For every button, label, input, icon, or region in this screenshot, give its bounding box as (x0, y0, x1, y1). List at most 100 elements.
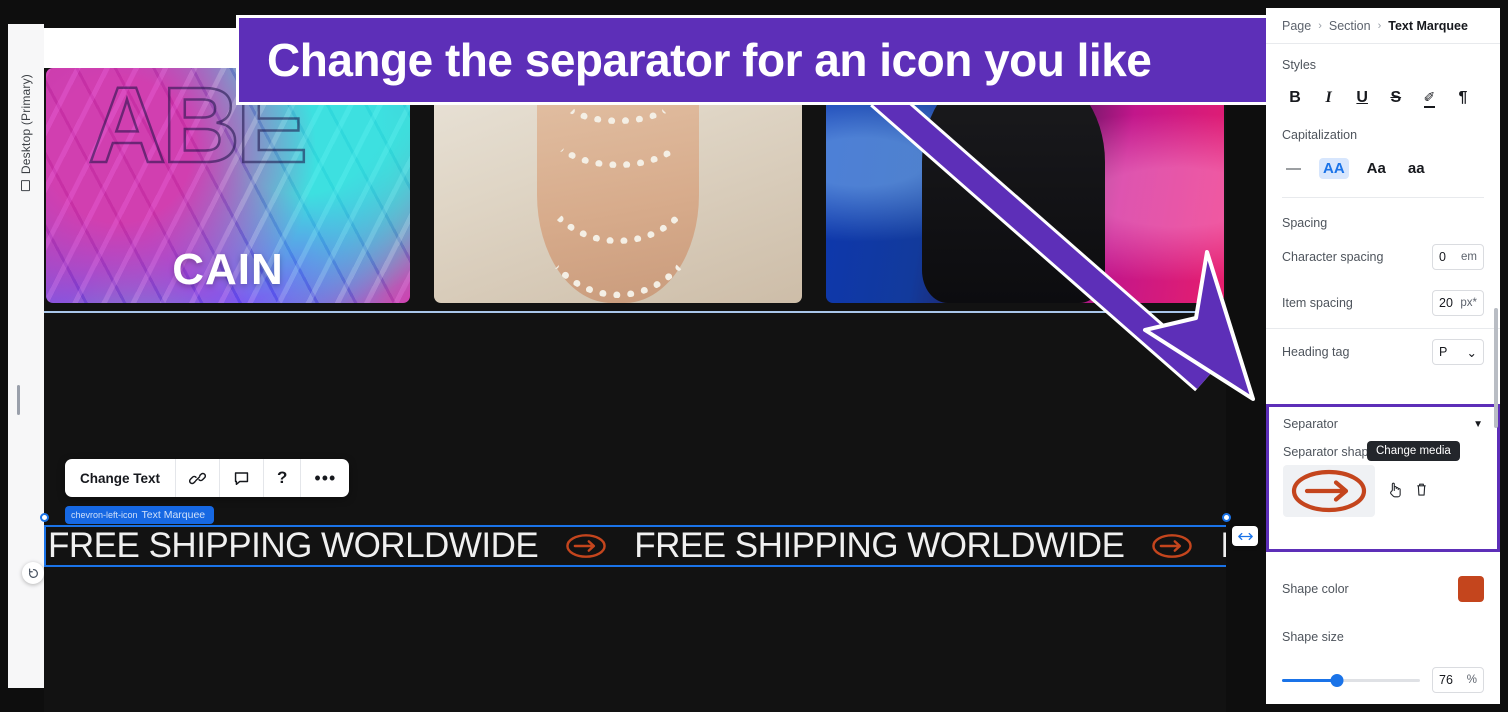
paragraph-button[interactable]: ¶ (1450, 86, 1476, 110)
more-options-button[interactable]: ••• (301, 459, 349, 497)
italic-button[interactable]: I (1316, 86, 1342, 110)
breadcrumb-current: Text Marquee (1388, 18, 1468, 33)
separator-header[interactable]: Separator ▼ (1269, 407, 1497, 435)
shape-size-slider-knob[interactable] (1330, 673, 1344, 687)
heading-tag-value: P (1439, 345, 1448, 359)
separator-shape-row: Change media (1269, 441, 1497, 517)
pearl-strand (526, 88, 710, 298)
breadcrumb: Page › Section › Text Marquee (1266, 8, 1500, 44)
heading-tag-select[interactable]: P ⌄ (1432, 339, 1484, 365)
panel-scrollbar[interactable] (1494, 308, 1498, 428)
heading-tag-label: Heading tag (1282, 345, 1350, 359)
character-spacing-unit: em (1461, 251, 1477, 263)
capitalization-group: Capitalization — AA Aa aa (1266, 114, 1500, 202)
undo-button[interactable] (22, 562, 44, 584)
heading-tag-row: Heading tag P ⌄ (1266, 329, 1500, 375)
character-spacing-row: Character spacing 0 em (1266, 234, 1500, 280)
breadcrumb-separator: › (1318, 19, 1322, 32)
capitalization-none[interactable]: — (1282, 158, 1305, 179)
marquee-selection[interactable]: FREE SHIPPING WORLDWIDE FREE SHIPPING WO… (44, 525, 1226, 567)
bold-button[interactable]: B (1282, 86, 1308, 110)
item-spacing-input[interactable]: 20 px* (1432, 290, 1484, 316)
element-tag-badge[interactable]: chevron-left-icon Text Marquee (65, 506, 215, 524)
callout-text: Change the separator for an icon you lik… (267, 34, 1152, 86)
circled-arrow-right-icon (1291, 469, 1367, 513)
canvas[interactable]: ABE CAIN Change Text ? ••• chevron-left-… (44, 28, 1226, 712)
separator-shape-thumbnail[interactable] (1283, 465, 1375, 517)
spacing-group: Spacing (1266, 202, 1500, 230)
capitalization-options: — AA Aa aa (1282, 156, 1484, 185)
shape-size-label: Shape size (1282, 630, 1344, 644)
chevron-down-icon[interactable]: ▼ (1473, 419, 1483, 430)
character-spacing-input[interactable]: 0 em (1432, 244, 1484, 270)
monitor-icon (21, 180, 31, 192)
shape-color-label: Shape color (1282, 582, 1349, 596)
capitalization-lowercase[interactable]: aa (1404, 158, 1429, 179)
element-tag-label: Text Marquee (141, 509, 206, 521)
item-spacing-unit: px* (1460, 297, 1477, 309)
separator-title: Separator (1283, 417, 1338, 431)
marquee-section[interactable] (44, 315, 1226, 712)
capitalization-uppercase[interactable]: AA (1319, 158, 1349, 179)
trash-icon (1417, 483, 1426, 496)
link-button[interactable] (176, 459, 221, 497)
spacing-title: Spacing (1282, 216, 1328, 230)
styles-title: Styles (1282, 58, 1317, 72)
callout-banner: Change the separator for an icon you lik… (236, 15, 1276, 105)
styles-group: Styles B I U S ✐ ¶ (1266, 44, 1500, 114)
circled-arrow-right-icon (566, 534, 606, 558)
shape-size-row: 76 % (1266, 663, 1500, 693)
device-label[interactable]: Desktop (Primary) (19, 74, 33, 192)
app-root: Desktop (Primary) ABE CAIN Change Text ?… (0, 0, 1508, 712)
left-rail: Desktop (Primary) (8, 24, 44, 688)
shape-size-group: Shape size (1266, 616, 1500, 660)
highlight-button[interactable]: ✐ (1416, 86, 1442, 110)
help-question-icon: ? (277, 468, 288, 487)
inspector-panel: Page › Section › Text Marquee Styles B I… (1266, 8, 1500, 704)
comment-icon (234, 471, 249, 485)
strikethrough-button[interactable]: S (1383, 86, 1409, 110)
selection-handle-right[interactable] (1222, 513, 1231, 522)
circled-arrow-right-icon (1152, 534, 1193, 558)
link-icon (189, 472, 207, 484)
breadcrumb-separator: › (1377, 19, 1382, 32)
shape-size-value: 76 (1439, 673, 1453, 687)
change-text-button[interactable]: Change Text (65, 459, 177, 497)
element-toolbar[interactable]: Change Text ? ••• (65, 459, 350, 497)
chevron-left-icon: chevron-left-icon (71, 510, 138, 520)
marquee-text: FREE SHIPPING WORLDWIDE (1220, 527, 1226, 565)
section-divider (44, 311, 1226, 313)
character-spacing-value: 0 (1439, 250, 1446, 264)
chevron-down-icon: ⌄ (1466, 345, 1477, 360)
breadcrumb-page[interactable]: Page (1282, 19, 1311, 33)
shape-color-row: Shape color (1266, 566, 1500, 612)
delete-media-button[interactable] (1415, 482, 1428, 500)
shape-color-swatch[interactable] (1458, 576, 1484, 602)
marquee-text: FREE SHIPPING WORLDWIDE (634, 526, 1125, 565)
character-spacing-label: Character spacing (1282, 250, 1384, 264)
horizontal-resize-button[interactable] (1232, 526, 1258, 546)
change-media-tooltip: Change media (1367, 441, 1460, 461)
styles-button-row: B I U S ✐ ¶ (1282, 86, 1484, 110)
shape-size-slider-fill (1282, 678, 1337, 682)
change-media-button[interactable] (1387, 481, 1403, 501)
item-spacing-row: Item spacing 20 px* (1266, 280, 1500, 326)
shape-size-slider[interactable] (1282, 673, 1420, 687)
help-button[interactable]: ? (264, 459, 302, 497)
rail-drag-handle[interactable] (17, 385, 20, 415)
item-spacing-label: Item spacing (1282, 296, 1353, 310)
underline-button[interactable]: U (1349, 86, 1375, 110)
horizontal-resize-icon (1237, 532, 1253, 540)
undo-circular-arrow-icon (28, 568, 38, 578)
shape-size-input[interactable]: 76 % (1432, 667, 1484, 693)
comment-button[interactable] (220, 459, 265, 497)
breadcrumb-section[interactable]: Section (1329, 19, 1371, 33)
selection-handle-left[interactable] (40, 513, 49, 522)
capitalization-titlecase[interactable]: Aa (1363, 158, 1390, 179)
shape-size-unit: % (1466, 674, 1477, 686)
device-label-text: Desktop (Primary) (19, 74, 33, 175)
separator-card: Separator ▼ Separator shape Change media (1266, 404, 1500, 552)
more-ellipsis-icon: ••• (314, 467, 337, 488)
gallery-image-caption: CAIN (172, 245, 284, 294)
pointer-hand-icon (1390, 482, 1401, 498)
